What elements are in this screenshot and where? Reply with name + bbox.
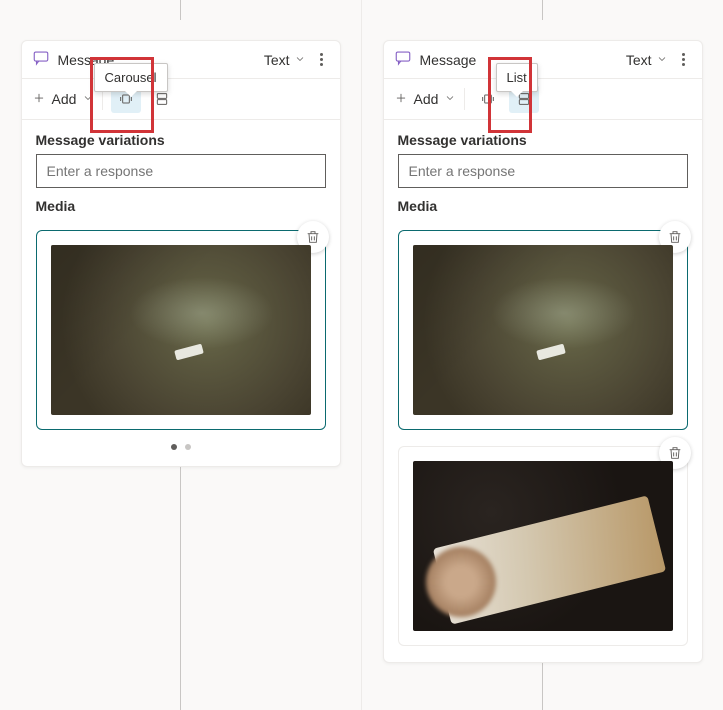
card-body: Message variations Media [22,120,340,466]
media-image [413,245,673,415]
media-label: Media [36,198,326,214]
message-icon [394,49,412,70]
response-input[interactable] [36,154,326,188]
connector-line [542,0,543,20]
chevron-down-icon [444,91,456,107]
message-node-card: List Message Text Add [383,40,703,663]
node-type-label: Text [626,52,652,68]
connector-line [180,467,181,710]
chevron-down-icon [656,52,668,68]
carousel-pagination [36,444,326,450]
carousel-dot[interactable] [171,444,177,450]
message-node-card: Carousel Message Text Add [21,40,341,467]
media-card[interactable] [398,446,688,646]
chevron-down-icon [294,52,306,68]
add-button[interactable]: Add [32,91,95,108]
media-card[interactable] [398,230,688,430]
card-toolbar: Add [22,79,340,120]
plus-icon [32,91,46,108]
toolbar-divider [464,88,465,110]
media-card[interactable] [36,230,326,430]
card-body: Message variations Media [384,120,702,662]
node-type-dropdown[interactable]: Text [264,52,306,68]
plus-icon [394,91,408,108]
add-button-label: Add [52,91,77,107]
media-image [413,461,673,631]
more-options-button[interactable] [676,53,692,66]
carousel-dot[interactable] [185,444,191,450]
card-header: Message Text [384,41,702,79]
connector-line [180,0,181,20]
media-label: Media [398,198,688,214]
card-header: Message Text [22,41,340,79]
node-type-label: Text [264,52,290,68]
add-button[interactable]: Add [394,91,457,108]
message-icon [32,49,50,70]
card-title: Message [420,52,477,68]
more-options-button[interactable] [314,53,330,66]
carousel-highlight-box [90,57,154,133]
node-type-dropdown[interactable]: Text [626,52,668,68]
card-toolbar: Add [384,79,702,120]
variations-label: Message variations [398,132,688,148]
variations-label: Message variations [36,132,326,148]
add-button-label: Add [414,91,439,107]
response-input[interactable] [398,154,688,188]
connector-line [542,663,543,710]
media-image [51,245,311,415]
list-highlight-box [488,57,532,133]
